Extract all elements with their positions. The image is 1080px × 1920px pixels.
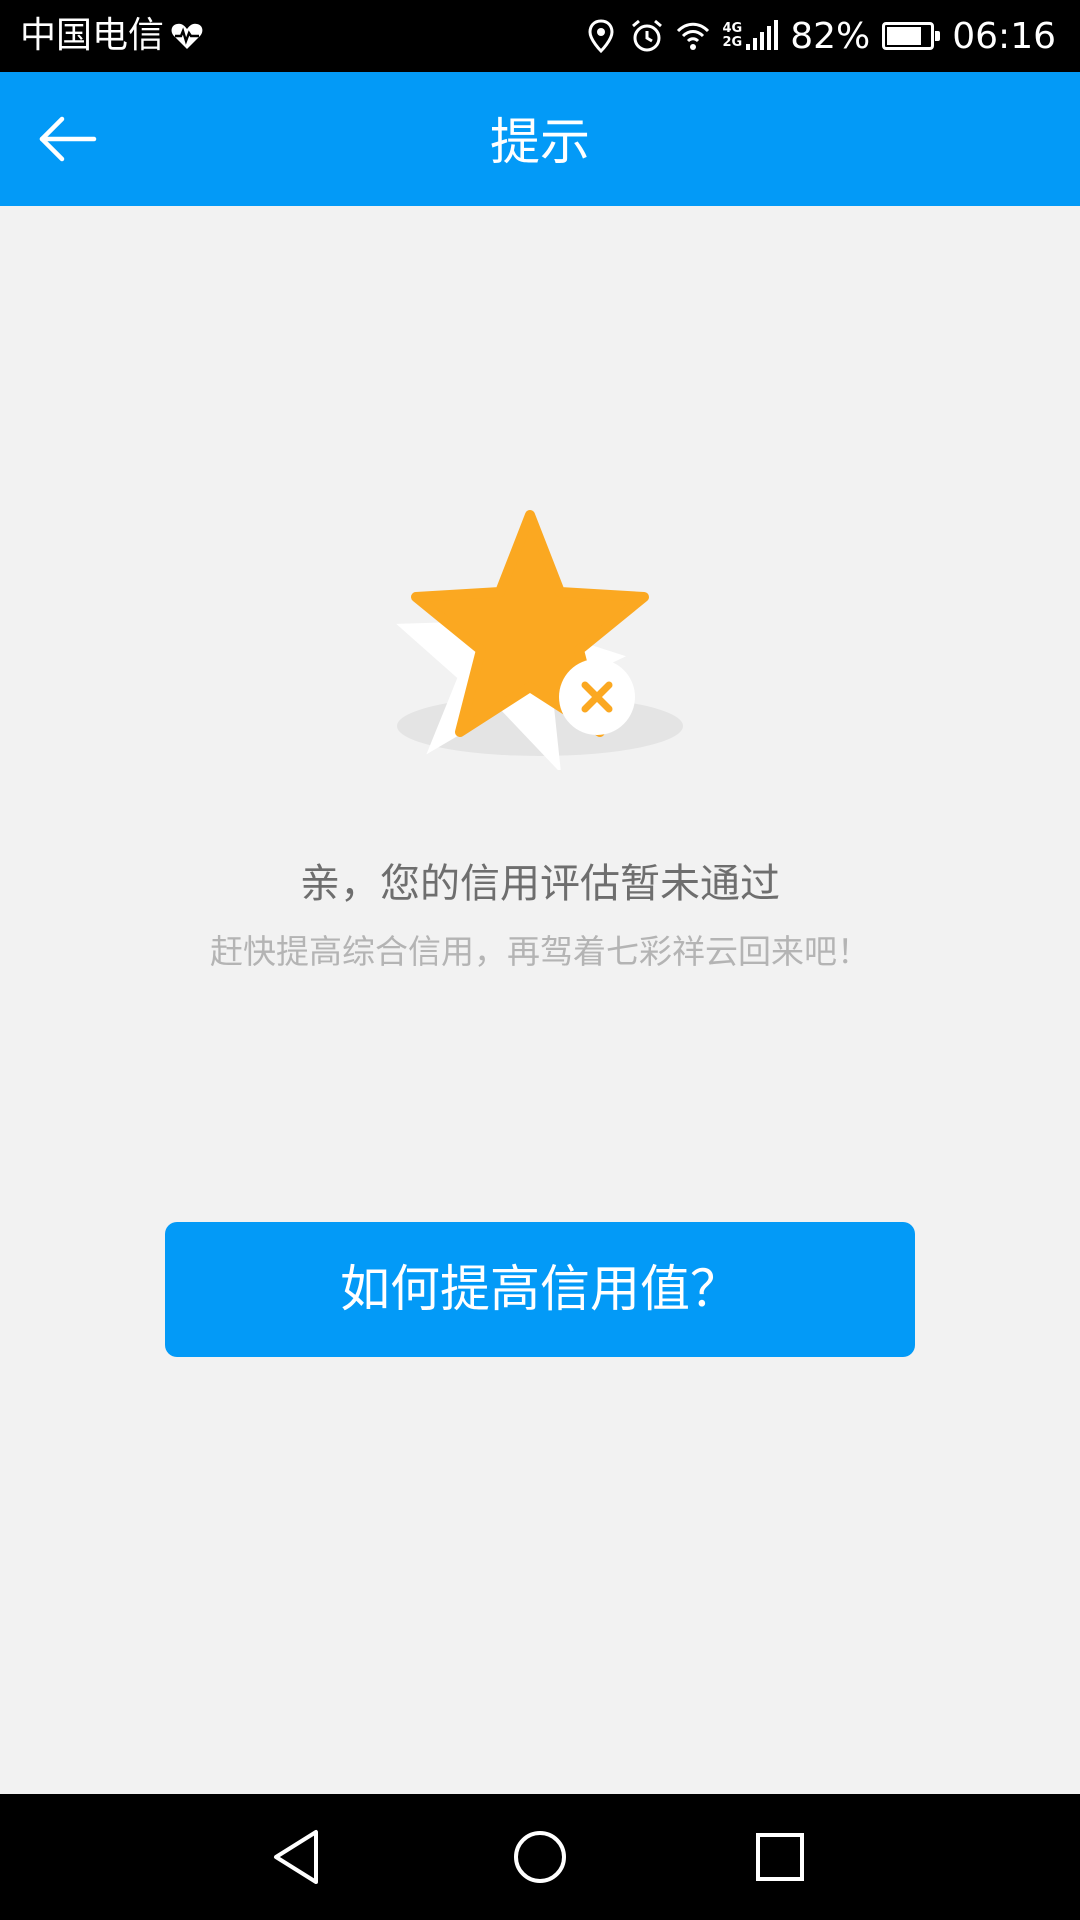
page-title: 提示 (490, 113, 590, 171)
improve-credit-button[interactable]: 如何提高信用值？ (165, 1222, 915, 1357)
navigation-bar (0, 1794, 1080, 1920)
battery-icon (882, 22, 941, 50)
network-type: 4G 2G (723, 22, 743, 50)
wifi-icon (676, 22, 709, 50)
network-bottom: 2G (722, 35, 743, 50)
nav-back-icon[interactable] (264, 1822, 334, 1892)
carrier-group: 中国电信 (20, 14, 204, 58)
main-message: 亲，您的信用评估暂未通过 (300, 861, 780, 907)
battery-percent: 82% (790, 15, 871, 57)
clock: 06:16 (952, 15, 1056, 57)
signal-icon (746, 20, 779, 50)
star-rejected-icon (396, 510, 683, 770)
alarm-icon (631, 19, 662, 52)
status-icons: 4G 2G 82% 06:16 (573, 12, 1056, 60)
location-icon (588, 19, 614, 54)
carrier-name: 中国电信 (20, 15, 165, 56)
network-top: 4G (722, 21, 743, 36)
app-bar: 提示 (0, 72, 1080, 206)
screen: 中国电信 4G 2G 82% 06:16 提示 亲，您的信用评估暂未通过 赶快提… (0, 0, 1080, 1920)
battery-fill (887, 27, 922, 45)
heart-health-icon (171, 23, 203, 49)
sub-message: 赶快提高综合信用，再驾着七彩祥云回来吧！ (210, 932, 870, 971)
nav-home-icon[interactable] (505, 1822, 575, 1892)
nav-recent-icon[interactable] (745, 1822, 815, 1892)
status-bar: 中国电信 4G 2G 82% 06:16 (0, 0, 1080, 72)
